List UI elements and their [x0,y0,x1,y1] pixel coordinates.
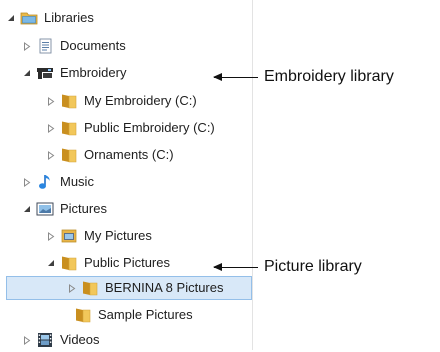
tree-item-label: My Pictures [84,228,152,243]
tree-item-public-pictures[interactable]: Public Pictures [46,251,170,275]
folder-icon [81,280,99,296]
folder-icon [60,147,78,163]
tree-item-my-pictures[interactable]: My Pictures [46,224,152,248]
tree-item-embroidery[interactable]: Embroidery [22,61,126,85]
collapsed-arrow-icon[interactable] [67,283,77,293]
callout-label: Embroidery library [264,68,394,85]
library-folder-icon [20,10,38,26]
tree-item-label: Sample Pictures [98,307,193,322]
expanded-arrow-icon[interactable] [6,13,16,23]
expanded-arrow-icon[interactable] [22,204,32,214]
callout-label: Picture library [264,258,362,275]
collapsed-arrow-icon[interactable] [46,231,56,241]
tree-item-label: Pictures [60,201,107,216]
embroidery-library-icon [36,65,54,81]
tree-item-videos[interactable]: Videos [22,328,100,352]
expanded-arrow-icon[interactable] [22,68,32,78]
folder-icon [60,120,78,136]
collapsed-arrow-icon[interactable] [46,96,56,106]
callout-arrow-icon [213,72,258,81]
music-icon [36,174,54,190]
documents-icon [36,38,54,54]
folder-icon [74,307,92,323]
tree-item-pictures[interactable]: Pictures [22,197,107,221]
my-pictures-icon [60,228,78,244]
tree-item-label: Ornaments (C:) [84,147,174,162]
tree-item-label: Embroidery [60,65,127,80]
tree-item-ornaments[interactable]: Ornaments (C:) [46,143,174,167]
tree-item-libraries[interactable]: Libraries [6,6,94,30]
tree-item-label: Libraries [44,10,94,25]
tree-item-label: BERNINA 8 Pictures [105,280,224,295]
videos-icon [36,332,54,348]
collapsed-arrow-icon[interactable] [22,41,32,51]
collapsed-arrow-icon[interactable] [46,123,56,133]
callout-arrow-icon [213,262,258,271]
tree-item-label: Documents [60,38,126,53]
tree-item-my-embroidery[interactable]: My Embroidery (C:) [46,89,197,113]
embroidery-library-callout: Embroidery library [213,68,394,86]
tree-item-label: Public Embroidery (C:) [84,120,215,135]
tree-item-bernina-8-pictures[interactable]: BERNINA 8 Pictures [6,276,252,300]
tree-item-label: Videos [60,332,100,347]
tree-item-documents[interactable]: Documents [22,34,126,58]
collapsed-arrow-icon[interactable] [46,150,56,160]
folder-icon [60,255,78,271]
expanded-arrow-icon[interactable] [46,258,56,268]
tree-item-label: My Embroidery (C:) [84,93,197,108]
pictures-library-icon [36,201,54,217]
expander-placeholder [60,310,70,320]
tree-item-public-embroidery[interactable]: Public Embroidery (C:) [46,116,215,140]
picture-library-callout: Picture library [213,258,362,276]
navigation-tree: Libraries Documents Embroidery My Embroi… [0,0,253,350]
collapsed-arrow-icon[interactable] [22,335,32,345]
tree-item-label: Public Pictures [84,255,170,270]
tree-item-label: Music [60,174,94,189]
tree-item-sample-pictures[interactable]: Sample Pictures [60,303,193,327]
tree-item-music[interactable]: Music [22,170,94,194]
collapsed-arrow-icon[interactable] [22,177,32,187]
folder-icon [60,93,78,109]
